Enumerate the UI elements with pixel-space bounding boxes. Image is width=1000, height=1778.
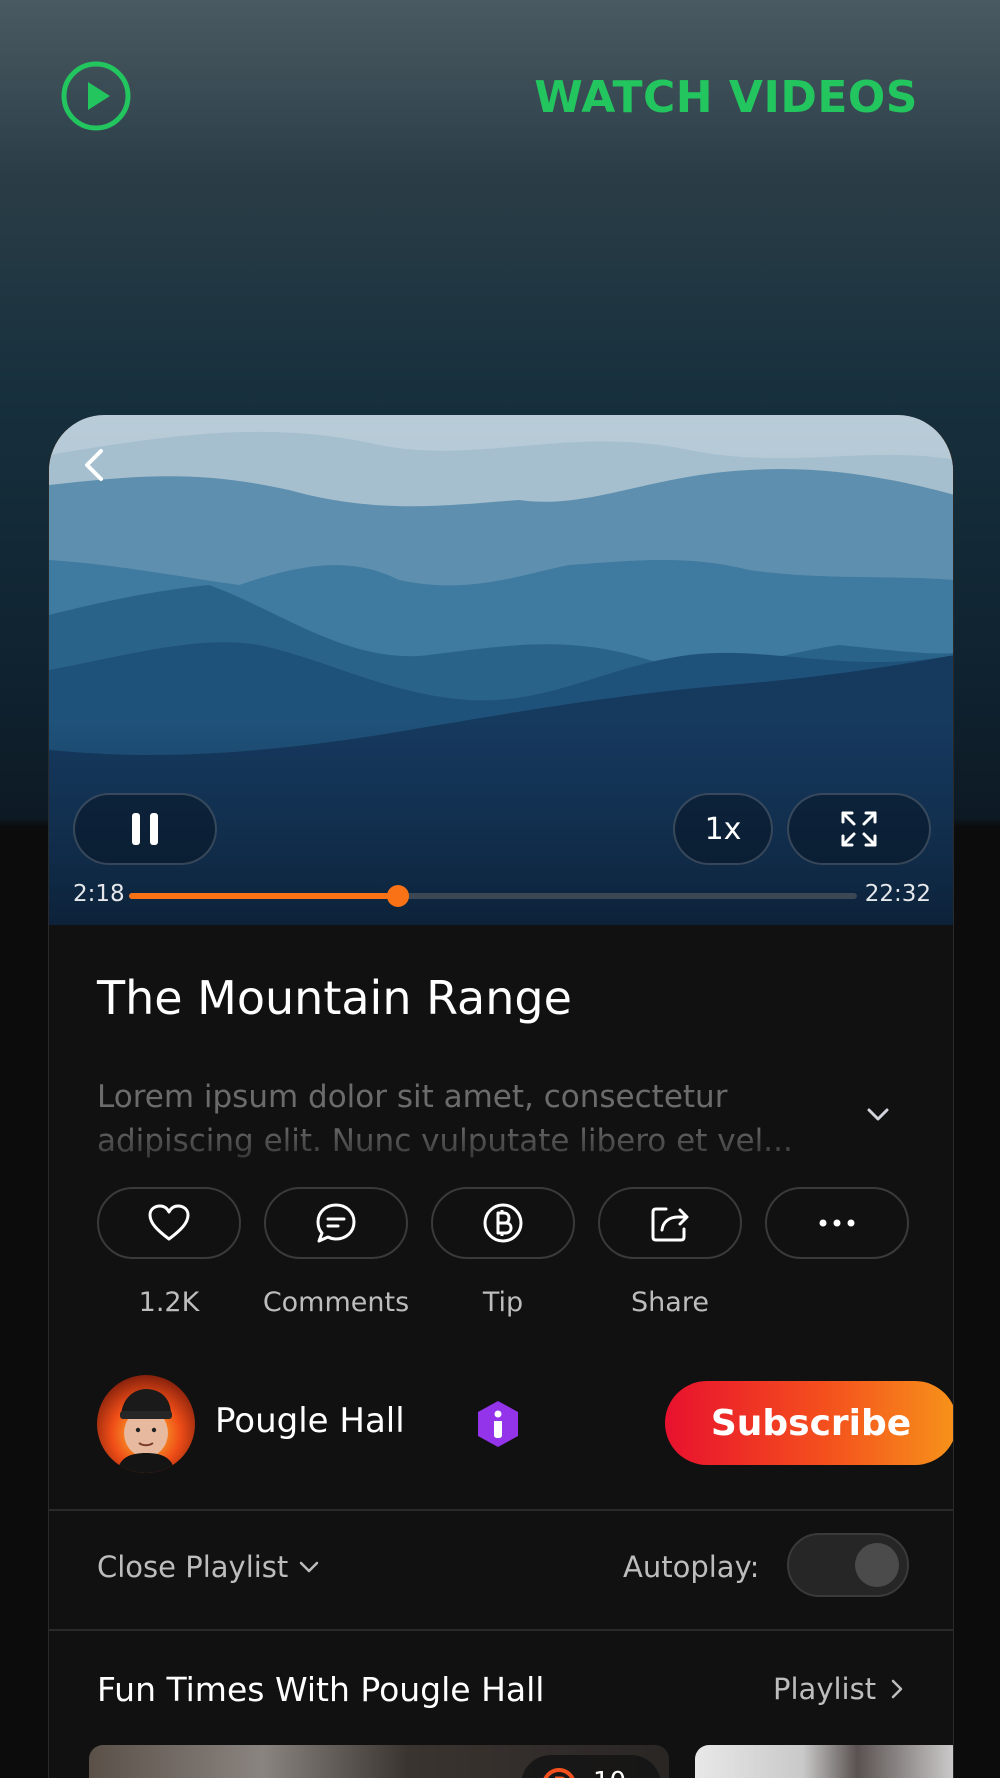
playlist-link[interactable]: Playlist: [773, 1672, 904, 1706]
more-options-button[interactable]: [765, 1187, 909, 1259]
comments-label: Comments: [262, 1287, 410, 1318]
avatar[interactable]: [97, 1375, 195, 1473]
tip-button[interactable]: [431, 1187, 575, 1259]
likes-count: 1.2K: [138, 1287, 200, 1318]
verified-badge-icon: [478, 1401, 518, 1447]
chevron-down-icon: [300, 1561, 319, 1573]
chevron-right-icon: [891, 1679, 903, 1699]
video-player[interactable]: 1x 2:18 22:32: [49, 415, 953, 925]
share-label: Share: [631, 1287, 709, 1318]
like-button[interactable]: [97, 1187, 241, 1259]
share-icon: [651, 1207, 689, 1242]
more-icon: [819, 1219, 855, 1227]
playlist-thumbnail[interactable]: [695, 1745, 953, 1778]
close-playlist-button[interactable]: Close Playlist: [97, 1550, 320, 1584]
comments-button[interactable]: [264, 1187, 408, 1259]
playlist-count-pill: 10: [521, 1755, 661, 1778]
autoplay-label: Autoplay:: [623, 1550, 760, 1584]
playback-speed-label: 1x: [704, 811, 742, 847]
close-playlist-label: Close Playlist: [97, 1550, 289, 1584]
video-description: Lorem ipsum dolor sit amet, consectetur …: [97, 1079, 793, 1159]
tip-label: Tip: [482, 1287, 524, 1318]
video-card: 1x 2:18 22:32 The Mountain Range Lorem i…: [48, 415, 954, 1778]
autoplay-toggle-knob: [855, 1543, 899, 1587]
progress-bar[interactable]: [129, 885, 857, 907]
tip-coin-icon: [483, 1203, 523, 1243]
playlist-count-label: 10: [593, 1767, 626, 1778]
subscribe-button[interactable]: Subscribe: [665, 1381, 953, 1465]
top-bar: WATCH VIDEOS: [0, 0, 1000, 200]
playback-speed-button[interactable]: 1x: [673, 793, 773, 865]
playlist-thumbnail[interactable]: 10: [89, 1745, 669, 1778]
avatar-image: [97, 1375, 195, 1473]
author-name[interactable]: Pougle Hall: [215, 1401, 405, 1441]
playlist-link-label: Playlist: [773, 1672, 877, 1706]
fullscreen-button[interactable]: [787, 793, 931, 865]
share-button[interactable]: [598, 1187, 742, 1259]
divider: [49, 1629, 953, 1631]
progress-fill: [129, 893, 399, 899]
playlist-title: Fun Times With Pougle Hall: [97, 1670, 545, 1709]
divider: [49, 1509, 953, 1511]
play-badge-icon: [543, 1768, 575, 1778]
author-row: Pougle Hall Subscribe: [97, 1375, 953, 1473]
current-time: 2:18: [73, 881, 125, 907]
video-title: The Mountain Range: [97, 971, 572, 1025]
total-time: 22:32: [864, 881, 931, 907]
app-title: WATCH VIDEOS: [534, 72, 918, 123]
autoplay-toggle[interactable]: [787, 1533, 909, 1597]
fullscreen-icon: [841, 811, 877, 847]
pause-button[interactable]: [73, 793, 217, 865]
back-chevron-icon[interactable]: [75, 443, 115, 487]
heart-icon: [148, 1204, 190, 1241]
expand-description-chevron-icon[interactable]: [861, 1098, 895, 1132]
pause-icon: [132, 813, 158, 845]
comment-icon: [316, 1203, 356, 1243]
play-circle-icon[interactable]: [60, 60, 132, 132]
